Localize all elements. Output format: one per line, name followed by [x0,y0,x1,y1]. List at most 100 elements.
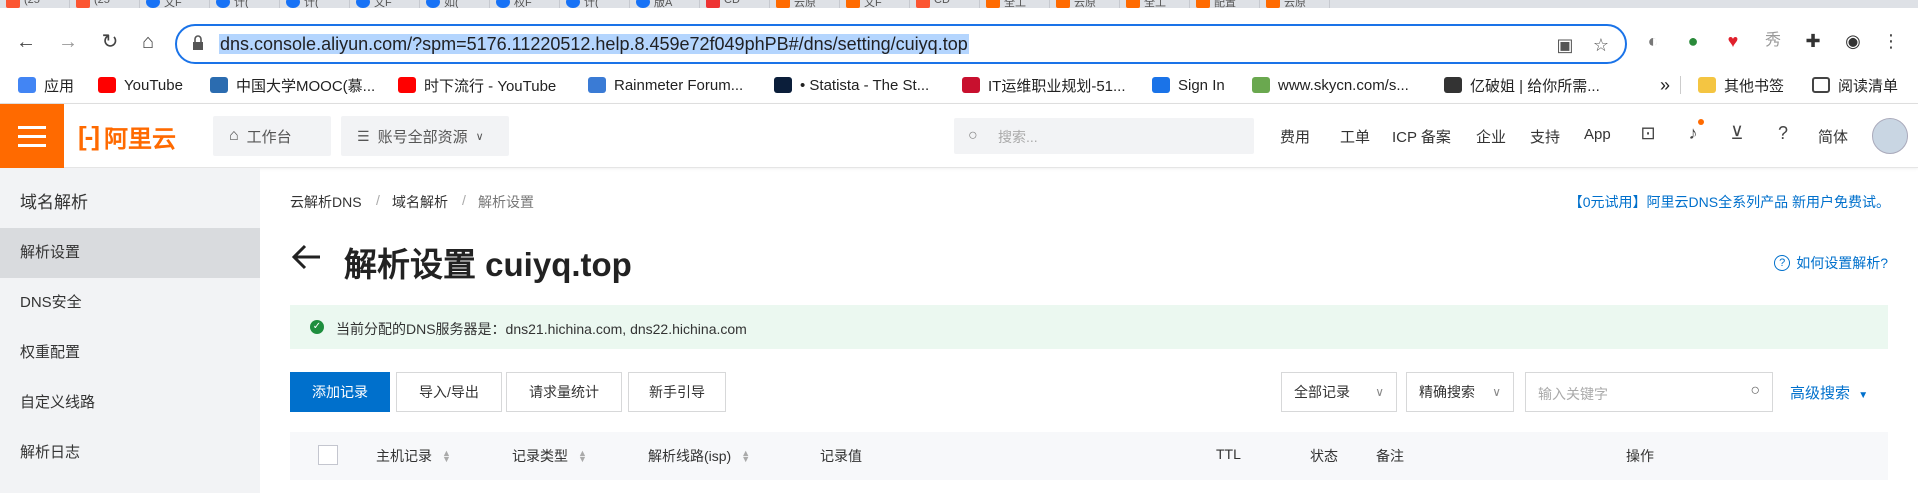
home-icon[interactable]: ⌂ [136,30,160,54]
browser-tab[interactable]: 计( [560,0,630,8]
add-record-button[interactable]: 添加记录 [290,372,390,412]
terminal-icon[interactable]: ⊡ [1637,123,1659,144]
header-link-app[interactable]: App [1584,126,1611,143]
reading-list-button[interactable]: 阅读清单 [1812,75,1898,95]
breadcrumb-cloud-dns[interactable]: 云解析DNS [290,192,362,212]
chevron-down-icon: ∨ [475,130,484,143]
bookmark-favicon-icon [774,77,792,93]
sort-icon[interactable]: ▲ ▼ [578,449,587,464]
bookmark-item[interactable]: 亿破姐 | 给你所需... [1444,75,1600,95]
bookmark-item[interactable]: Rainmeter Forum... [588,75,743,95]
extension-heart-icon[interactable]: ♥ [1722,30,1744,52]
browser-tab[interactable]: 云原 [770,0,840,8]
header-link-enterprise[interactable]: 企业 [1476,126,1506,147]
browser-tab[interactable]: 全工 [980,0,1050,8]
bookmark-item[interactable]: www.skycn.com/s... [1252,75,1409,95]
user-avatar[interactable] [1872,118,1908,154]
sidebar-item-dns-security[interactable]: DNS安全 [0,278,260,328]
browser-tab[interactable]: 计( [280,0,350,8]
search-mode-select[interactable]: 精确搜索 ∨ [1406,372,1514,412]
browser-tab[interactable]: (25 [0,0,70,8]
global-search-input[interactable]: ○ 搜索... [954,118,1254,154]
menu-hamburger-icon[interactable] [0,104,64,168]
column-host-label: 主机记录 [376,448,432,464]
browser-tab[interactable]: 如( [420,0,490,8]
resources-dropdown[interactable]: ☰ 账号全部资源 ∨ [341,116,509,156]
header-link-icp[interactable]: ICP 备案 [1392,126,1451,147]
browser-tab[interactable]: 计( [210,0,280,8]
sort-icon[interactable]: ▲ ▼ [442,449,451,464]
cart-icon[interactable]: ⊻ [1726,123,1748,144]
help-icon[interactable]: ? [1772,123,1794,144]
keyword-search-input[interactable]: 输入关键字 ○ [1525,372,1773,412]
bookmark-item[interactable]: 中国大学MOOC(慕... [210,75,375,95]
language-switch[interactable]: 简体 [1818,126,1848,147]
header-link-fee[interactable]: 费用 [1280,126,1310,147]
browser-tab[interactable]: 文F [140,0,210,8]
tab-title: 计( [584,0,599,8]
browser-tab[interactable]: CD [910,0,980,8]
header-link-support[interactable]: 支持 [1530,126,1560,147]
promo-link[interactable]: 【0元试用】阿里云DNS全系列产品 新用户免费试。 [1569,192,1890,212]
record-filter-select[interactable]: 全部记录 ∨ [1281,372,1397,412]
aliyun-logo-icon: [-] [78,120,100,151]
extension-icon[interactable]: ● [1682,30,1704,52]
browser-tab[interactable]: 权F [490,0,560,8]
browser-tab[interactable]: 全工 [1120,0,1190,8]
browser-tab[interactable]: 云原 [1050,0,1120,8]
column-type[interactable]: 记录类型 ▲ ▼ [512,446,587,466]
browser-tab[interactable]: CD [700,0,770,8]
breadcrumb-domain-resolution[interactable]: 域名解析 [392,192,448,212]
profile-avatar-icon[interactable]: ◉ [1842,30,1864,52]
help-link[interactable]: ? 如何设置解析? [1774,253,1888,273]
sidebar-item-resolution-log[interactable]: 解析日志 [0,428,260,478]
browser-tab[interactable]: 文F [350,0,420,8]
extensions-puzzle-icon[interactable]: ✚ [1802,30,1824,52]
search-icon[interactable]: ○ [1750,382,1760,400]
bookmark-item[interactable]: Sign In [1152,75,1225,95]
menu-dots-icon[interactable]: ⋮ [1880,30,1902,52]
extension-icon[interactable]: 秀 [1762,30,1784,52]
forward-nav-icon[interactable]: → [56,30,80,54]
sort-icon[interactable]: ▲ ▼ [741,449,750,464]
workbench-button[interactable]: ⌂ 工作台 [213,116,331,156]
browser-tab[interactable]: 云原 [1260,0,1330,8]
bookmarks-overflow-button[interactable]: » [1660,75,1670,95]
browser-tab[interactable]: (25 [70,0,140,8]
back-arrow-icon[interactable] [290,240,324,274]
bookmark-favicon-icon [588,77,606,93]
other-bookmarks-folder[interactable]: 其他书签 [1698,75,1784,95]
url-text[interactable]: dns.console.aliyun.com/?spm=5176.1122051… [219,34,969,54]
aliyun-logo[interactable]: [-] 阿里云 [78,120,176,153]
browser-tab[interactable]: 文F [840,0,910,8]
sidebar-item-custom-line[interactable]: 自定义线路 [0,378,260,428]
advanced-search-link[interactable]: 高级搜索 ▼ [1790,382,1868,403]
bookmark-star-icon[interactable]: ☆ [1591,35,1611,55]
sidebar-title: 域名解析 [20,193,88,212]
bookmark-item[interactable]: 时下流行 - YouTube [398,75,556,95]
request-stats-button[interactable]: 请求量统计 [506,372,622,412]
header-link-ticket[interactable]: 工单 [1340,126,1370,147]
bookmark-item[interactable]: YouTube [98,75,183,95]
omnibox[interactable]: dns.console.aliyun.com/?spm=5176.1122051… [175,24,1627,64]
extension-icon[interactable]: ◐ [1642,30,1664,52]
browser-tab[interactable]: 版A [630,0,700,8]
bookmark-item[interactable]: 应用 [18,75,74,95]
sidebar-item-resolution-settings[interactable]: 解析设置 [0,228,260,278]
qr-code-icon[interactable]: ▣ [1555,35,1575,55]
column-host[interactable]: 主机记录 ▲ ▼ [376,446,451,466]
back-nav-icon[interactable]: ← [14,30,38,54]
beginner-guide-button[interactable]: 新手引导 [628,372,726,412]
sidebar-item-weight-config[interactable]: 权重配置 [0,328,260,378]
bell-icon[interactable]: ♪ [1682,123,1704,144]
tab-title: 配置 [1214,0,1236,8]
column-line[interactable]: 解析线路(isp) ▲ ▼ [648,446,750,466]
import-export-button[interactable]: 导入/导出 [396,372,502,412]
tab-title: 云原 [794,0,816,8]
reload-icon[interactable]: ↻ [98,30,122,54]
home-icon: ⌂ [229,127,239,144]
bookmark-item[interactable]: IT运维职业规划-51... [962,75,1126,95]
browser-tab[interactable]: 配置 [1190,0,1260,8]
bookmark-item[interactable]: • Statista - The St... [774,75,929,95]
select-all-checkbox[interactable] [318,445,338,465]
